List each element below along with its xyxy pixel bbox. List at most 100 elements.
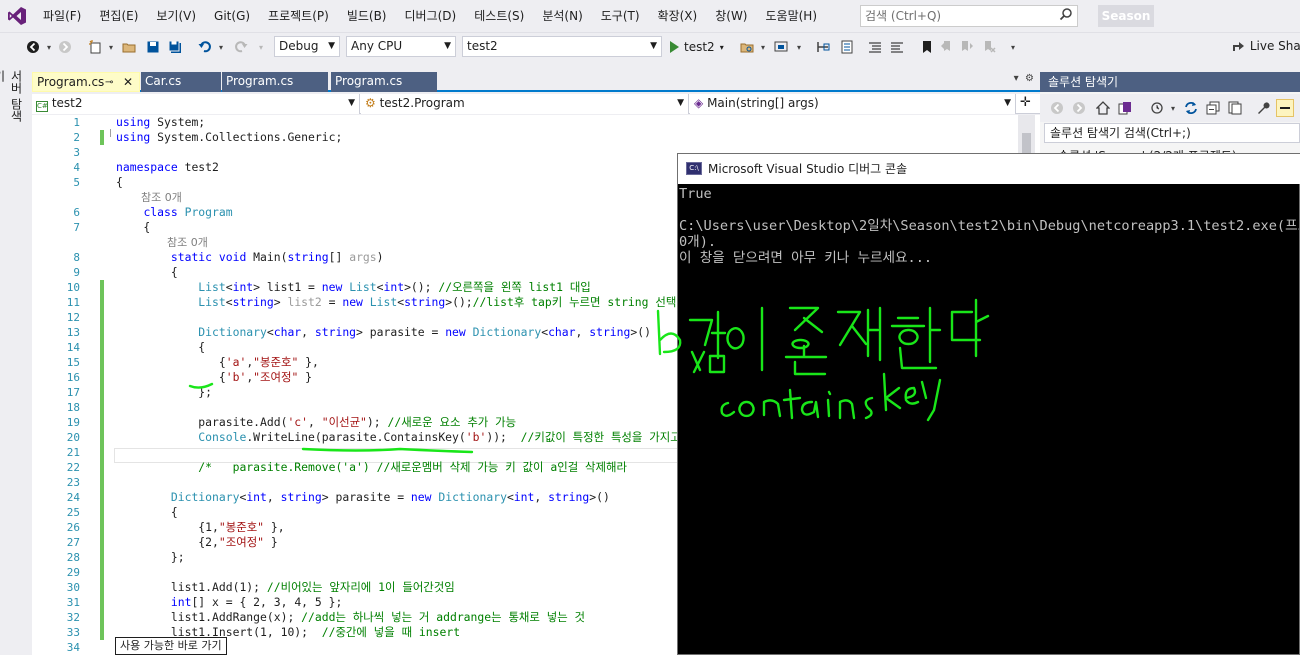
console-title-bar[interactable]: C:\ Microsoft Visual Studio 디버그 콘솔 xyxy=(678,154,1300,184)
member-dropdown[interactable]: ◈ Main(string[] args) ▼ xyxy=(690,94,1016,114)
tab-program-cs-2[interactable]: Program.cs xyxy=(222,72,328,92)
switch-views-icon[interactable] xyxy=(1116,99,1134,117)
change-marker xyxy=(100,385,104,400)
clear-bookmarks-icon[interactable] xyxy=(980,38,998,56)
toolbar-overflow-icon[interactable]: ▾ xyxy=(1004,38,1022,56)
pin-icon[interactable]: ⊸ xyxy=(105,73,113,92)
code-text: list1.AddRange(x); //add는 하나씩 넣는 거 addra… xyxy=(116,610,586,624)
sync-icon[interactable] xyxy=(1182,99,1200,117)
tab-program-cs-active[interactable]: Program.cs ⊸ ✕ xyxy=(32,72,140,92)
change-marker xyxy=(100,520,104,535)
change-marker xyxy=(100,625,104,640)
menu-item[interactable]: 도구(T) xyxy=(592,0,649,32)
menu-item[interactable]: 창(W) xyxy=(706,0,756,32)
save-icon[interactable] xyxy=(144,38,162,56)
console-line: True xyxy=(679,186,712,202)
menu-item[interactable]: 도움말(H) xyxy=(757,0,827,32)
menu-item[interactable]: 파일(F) xyxy=(34,0,90,32)
visual-studio-logo-icon xyxy=(0,0,34,32)
codelens-label[interactable]: 참조 0개 xyxy=(167,235,208,250)
code-line[interactable]: 2 using System.Collections.Generic; xyxy=(32,130,1040,145)
startup-project-dropdown[interactable]: test2 ▼ xyxy=(462,36,662,57)
code-text: {'b',"조여정" } xyxy=(116,370,313,384)
line-number: 23 xyxy=(66,476,80,489)
code-text: /* parasite.Remove('a') //새로운멤버 삭제 가능 키 … xyxy=(198,460,627,474)
redo-icon[interactable] xyxy=(232,38,250,56)
preview-selected-items-icon[interactable] xyxy=(1276,99,1294,117)
home-icon[interactable] xyxy=(1094,99,1112,117)
next-bookmark-icon[interactable] xyxy=(958,38,976,56)
menu-item[interactable]: 디버그(D) xyxy=(396,0,466,32)
properties-wrench-icon[interactable] xyxy=(1254,99,1272,117)
scrollbar-thumb[interactable] xyxy=(1022,133,1031,155)
quick-actions-tooltip[interactable]: 사용 가능한 바로 가기 xyxy=(115,637,227,655)
previous-bookmark-icon[interactable] xyxy=(938,38,956,56)
split-window-icon[interactable]: ✛ xyxy=(1020,95,1031,110)
solution-configuration-dropdown[interactable]: Debug ▼ xyxy=(274,36,340,57)
change-marker xyxy=(100,610,104,625)
step-into-icon[interactable] xyxy=(814,38,832,56)
chevron-down-icon[interactable]: ▾ xyxy=(212,38,230,56)
code-text: List<int> list1 = new List<int>(); //오른쪽… xyxy=(198,280,591,294)
navigate-forward-icon[interactable] xyxy=(56,38,74,56)
tab-program-cs-3[interactable]: Program.cs xyxy=(331,72,437,92)
collapse-all-icon[interactable] xyxy=(1204,99,1222,117)
menu-item[interactable]: 보기(V) xyxy=(147,0,205,32)
forward-icon[interactable] xyxy=(1070,99,1088,117)
debug-console-window[interactable]: C:\ Microsoft Visual Studio 디버그 콘솔 True C… xyxy=(677,153,1300,655)
type-dropdown[interactable]: ⚙ test2.Program ▼ xyxy=(361,94,689,114)
gear-icon[interactable]: ⚙ xyxy=(1025,73,1034,84)
line-number: 19 xyxy=(66,416,80,429)
menu-item[interactable]: Git(G) xyxy=(205,0,259,32)
bookmark-list-icon[interactable] xyxy=(838,38,856,56)
change-marker xyxy=(100,280,104,295)
change-marker xyxy=(100,535,104,550)
console-app-icon: C:\ xyxy=(686,162,702,175)
chevron-down-icon[interactable]: ▾ xyxy=(252,38,270,56)
comment-out-icon[interactable] xyxy=(866,38,884,56)
change-marker xyxy=(100,415,104,430)
chevron-down-icon[interactable]: ▾ xyxy=(102,38,120,56)
line-number: 22 xyxy=(66,461,80,474)
line-number: 15 xyxy=(66,356,80,369)
chevron-down-icon[interactable]: ▾ xyxy=(754,38,772,56)
code-line[interactable]: 1 using System; xyxy=(32,115,1040,130)
screen-capture-icon[interactable] xyxy=(772,38,790,56)
back-icon[interactable] xyxy=(1048,99,1066,117)
save-all-icon[interactable] xyxy=(166,38,184,56)
run-target-label: test2 xyxy=(684,40,715,54)
bookmark-icon[interactable] xyxy=(918,38,936,56)
tab-car-cs[interactable]: Car.cs xyxy=(141,72,221,92)
chevron-down-icon: ▼ xyxy=(328,41,335,51)
project-dropdown[interactable]: C# test2 ▼ xyxy=(32,94,360,114)
start-debugging-button[interactable]: test2 ▾ xyxy=(670,36,724,58)
menu-item[interactable]: 분석(N) xyxy=(533,0,591,32)
close-icon[interactable]: ✕ xyxy=(123,73,133,92)
change-marker xyxy=(100,445,104,460)
chevron-down-icon[interactable]: ▾ xyxy=(790,38,808,56)
code-text: { xyxy=(116,265,178,279)
line-number: 32 xyxy=(66,611,80,624)
open-folder-icon[interactable] xyxy=(120,38,138,56)
menu-item[interactable]: 테스트(S) xyxy=(465,0,533,32)
menu-item[interactable]: 빌드(B) xyxy=(338,0,396,32)
solution-name-badge: Season xyxy=(1098,5,1154,27)
solution-explorer-search-input[interactable]: 솔루션 탐색기 검색(Ctrl+;) xyxy=(1044,123,1300,143)
server-explorer-tab[interactable]: 서버 탐색기 xyxy=(0,70,25,130)
code-text: Dictionary<int, string> parasite = new D… xyxy=(170,490,610,504)
uncomment-icon[interactable] xyxy=(888,38,906,56)
line-number: 26 xyxy=(66,521,80,534)
line-number: 17 xyxy=(66,386,80,399)
line-number: 7 xyxy=(73,221,80,234)
live-share-button[interactable]: Live Share xyxy=(1232,39,1300,55)
solution-platform-dropdown[interactable]: Any CPU ▼ xyxy=(346,36,456,57)
show-all-files-icon[interactable] xyxy=(1226,99,1244,117)
line-number: 29 xyxy=(66,566,80,579)
search-input[interactable]: 검색 (Ctrl+Q) xyxy=(860,5,1078,27)
menu-item[interactable]: 편집(E) xyxy=(90,0,147,32)
codelens-label[interactable]: 참조 0개 xyxy=(141,190,182,205)
tab-list-dropdown[interactable]: ▾ ⚙ xyxy=(1014,73,1034,84)
chevron-down-icon[interactable]: ▾ xyxy=(1164,99,1182,117)
menu-item[interactable]: 프로젝트(P) xyxy=(259,0,338,32)
menu-item[interactable]: 확장(X) xyxy=(649,0,707,32)
